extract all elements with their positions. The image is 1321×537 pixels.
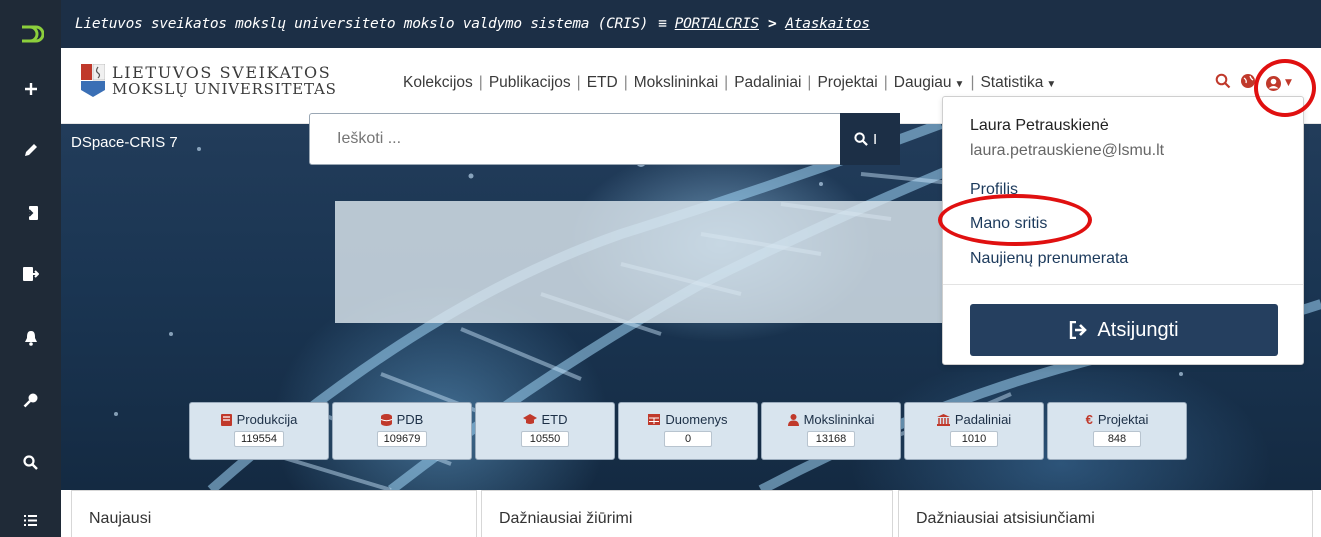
graduation-cap-icon: [522, 414, 537, 424]
user-menu-toggle[interactable]: ▼: [1265, 75, 1292, 92]
search-icon: [854, 132, 868, 146]
university-logo[interactable]: LIETUVOS SVEIKATOS MOKSLŲ UNIVERSITETAS: [81, 64, 337, 98]
stat-duomenys[interactable]: Duomenys 0: [618, 402, 758, 460]
stat-count: 10550: [521, 431, 569, 447]
nav-statistika[interactable]: Statistika ▼: [974, 74, 1062, 92]
nav-projektai[interactable]: Projektai: [811, 74, 883, 92]
logout-label: Atsijungti: [1097, 318, 1179, 341]
key-icon[interactable]: [0, 380, 61, 420]
database-icon: [380, 413, 392, 426]
stat-label: PDB: [396, 412, 424, 427]
table-icon: [648, 414, 661, 425]
book-icon: [220, 413, 232, 426]
search-icon[interactable]: [0, 442, 61, 482]
card-naujausi[interactable]: Naujausi: [71, 490, 477, 537]
add-icon[interactable]: [0, 69, 61, 109]
nav-daugiau[interactable]: Daugiau ▼: [888, 74, 971, 92]
user-dropdown-menu: Laura Petrauskienė laura.petrauskiene@ls…: [942, 96, 1304, 365]
nav-padaliniai[interactable]: Padaliniai: [728, 74, 807, 92]
dspace-logo-icon[interactable]: [0, 14, 61, 54]
breadcrumb-portalcris[interactable]: PORTALCRIS: [675, 16, 760, 32]
stat-pdb[interactable]: PDB 109679: [332, 402, 472, 460]
euro-icon: €: [1085, 412, 1093, 427]
stat-label: Mokslininkai: [803, 412, 875, 427]
stat-label: Projektai: [1097, 412, 1149, 427]
header-icons: ▼: [1215, 73, 1292, 93]
admin-sidebar: [0, 0, 61, 537]
caret-down-icon: ▼: [954, 79, 965, 90]
logout-button[interactable]: Atsijungti: [970, 304, 1278, 356]
stat-count: 109679: [376, 431, 428, 447]
stat-count: 0: [664, 431, 712, 447]
card-title: Naujausi: [89, 510, 152, 527]
caret-down-icon: ▼: [1285, 78, 1292, 88]
chevron-right-icon: >: [767, 16, 777, 32]
search-button-label: I: [873, 130, 878, 148]
nav-publikacijos[interactable]: Publikacijos: [483, 74, 577, 92]
globe-icon[interactable]: [1240, 73, 1256, 93]
stat-count: 848: [1093, 431, 1141, 447]
page: Lietuvos sveikatos mokslų universiteto m…: [0, 0, 1321, 537]
user-name: Laura Petrauskienė: [970, 117, 1109, 134]
stat-mokslininkai[interactable]: Mokslininkai 13168: [761, 402, 901, 460]
search-button[interactable]: I: [840, 113, 900, 165]
logo-line2: MOKSLŲ UNIVERSITETAS: [112, 80, 337, 98]
stat-label: Padaliniai: [954, 412, 1012, 427]
nav-kolekcijos[interactable]: Kolekcijos: [397, 74, 479, 92]
system-topbar: Lietuvos sveikatos mokslų universiteto m…: [61, 0, 1321, 48]
breadcrumb-ataskaitos[interactable]: Ataskaitos: [785, 16, 870, 32]
search-panel: [335, 201, 955, 323]
stat-produkcija[interactable]: Produkcija 119554: [189, 402, 329, 460]
stat-count: 1010: [950, 431, 998, 447]
system-name: Lietuvos sveikatos mokslų universiteto m…: [75, 16, 649, 32]
menu-item-naujienu-prenumerata[interactable]: Naujienų prenumerata: [970, 250, 1128, 268]
menu-item-profilis[interactable]: Profilis: [970, 181, 1018, 199]
import-icon[interactable]: [0, 193, 61, 233]
card-dazniausiai-atsisiunciami[interactable]: Dažniausiai atsisiunčiami: [898, 490, 1313, 537]
card-title: Dažniausiai atsisiunčiami: [916, 510, 1095, 527]
logo-line1: LIETUVOS SVEIKATOS: [112, 63, 332, 82]
bell-icon[interactable]: [0, 318, 61, 358]
sign-out-icon: [1070, 321, 1088, 339]
caret-down-icon: ▼: [1046, 79, 1057, 90]
menu-divider: [943, 284, 1303, 285]
stat-label: Produkcija: [236, 412, 298, 427]
user-email: laura.petrauskiene@lsmu.lt: [970, 142, 1165, 159]
stat-label: Duomenys: [665, 412, 728, 427]
stat-label: ETD: [541, 412, 568, 427]
stat-padaliniai[interactable]: Padaliniai 1010: [904, 402, 1044, 460]
main-nav: Kolekcijos | Publikacijos | ETD | Mokslinin…: [397, 74, 1062, 92]
list-icon[interactable]: [0, 500, 61, 537]
menu-lines-icon: ≡: [658, 16, 667, 32]
export-icon[interactable]: [0, 254, 61, 294]
stat-projektai[interactable]: € Projektai 848: [1047, 402, 1187, 460]
stat-count: 119554: [234, 431, 284, 447]
menu-item-mano-sritis[interactable]: Mano sritis: [970, 215, 1047, 233]
stat-count: 13168: [807, 431, 855, 447]
search-icon[interactable]: [1215, 73, 1231, 93]
search-input[interactable]: [309, 113, 841, 165]
card-title: Dažniausiai žiūrimi: [499, 510, 633, 527]
stat-etd[interactable]: ETD 10550: [475, 402, 615, 460]
institution-icon: [936, 413, 950, 426]
nav-etd[interactable]: ETD: [581, 74, 624, 92]
nav-mokslininkai[interactable]: Mokslininkai: [628, 74, 724, 92]
nav-daugiau-label: Daugiau: [893, 74, 952, 91]
user-circle-icon: [1266, 75, 1281, 91]
user-icon: [787, 413, 799, 426]
hero-title: DSpace-CRIS 7: [71, 134, 178, 151]
card-dazniausiai-ziurimi[interactable]: Dažniausiai žiūrimi: [481, 490, 893, 537]
nav-statistika-label: Statistika: [980, 74, 1044, 91]
university-crest-icon: [81, 64, 105, 97]
pencil-icon[interactable]: [0, 130, 61, 170]
